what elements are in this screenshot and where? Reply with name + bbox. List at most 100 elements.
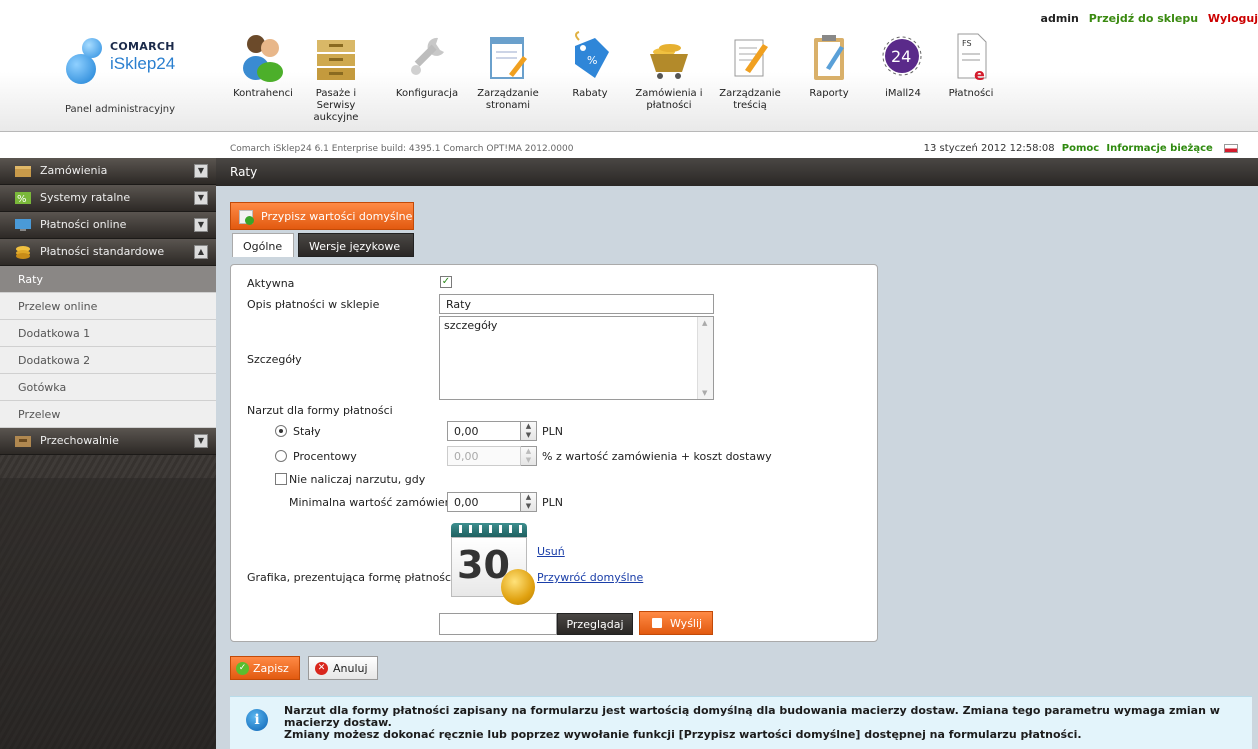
sidebar-item-dodatkowa-2[interactable]: Dodatkowa 2 bbox=[0, 347, 216, 374]
logo-comarch-text: COMARCH bbox=[110, 40, 175, 53]
nav-label: Rabaty bbox=[572, 88, 608, 99]
details-text: szczegóły bbox=[444, 319, 498, 332]
nav-reports[interactable]: Raporty bbox=[792, 30, 866, 100]
graphic-label: Grafika, prezentująca formę płatności bbox=[247, 571, 455, 584]
nav-label: Zarządzanie stronami bbox=[477, 88, 539, 111]
assign-defaults-button[interactable]: Przypisz wartości domyślne bbox=[230, 202, 414, 230]
go-to-shop-link[interactable]: Przejdź do sklepu bbox=[1089, 12, 1198, 25]
percent-suffix: % z wartość zamówienia + koszt dostawy bbox=[542, 450, 772, 463]
help-link[interactable]: Pomoc bbox=[1062, 143, 1099, 154]
fixed-value-input[interactable] bbox=[447, 421, 521, 441]
percent-value-input[interactable] bbox=[447, 446, 521, 466]
no-surcharge-checkbox[interactable] bbox=[275, 473, 287, 485]
sidebar-group-standard-payments[interactable]: Płatności standardowe ▲ bbox=[0, 239, 216, 266]
file-path-input[interactable] bbox=[439, 613, 557, 635]
info-line-1: Narzut dla formy płatności zapisany na f… bbox=[284, 704, 1220, 729]
sidebar-group-storage[interactable]: Przechowalnie ▼ bbox=[0, 428, 216, 455]
datetime: 13 styczeń 2012 12:58:08 bbox=[923, 143, 1055, 154]
people-icon bbox=[240, 30, 286, 82]
nav-payments[interactable]: FS e Płatności bbox=[934, 30, 1008, 100]
cancel-button[interactable]: ✕ Anuluj bbox=[308, 656, 378, 680]
imall24-icon: 24 bbox=[880, 30, 926, 82]
svg-text:e: e bbox=[974, 65, 985, 82]
fixed-spinner[interactable]: ▲ ▼ bbox=[521, 421, 537, 441]
percent-radio[interactable] bbox=[275, 450, 287, 462]
expand-icon[interactable]: ▼ bbox=[194, 434, 208, 448]
fs-e-icon: FS e bbox=[948, 30, 994, 84]
percent-icon: % bbox=[14, 191, 32, 205]
sidebar-item-raty[interactable]: Raty bbox=[0, 266, 216, 293]
sidebar-item-przelew-online[interactable]: Przelew online bbox=[0, 293, 216, 320]
nav-label: Zamówienia i płatności bbox=[635, 88, 703, 111]
active-checkbox[interactable]: ✓ bbox=[440, 276, 452, 288]
logout-link[interactable]: Wyloguj bbox=[1208, 12, 1258, 25]
page-edit-icon bbox=[485, 30, 531, 82]
save-button[interactable]: ✓ Zapisz bbox=[230, 656, 300, 680]
percent-spinner[interactable]: ▲ ▼ bbox=[521, 446, 537, 466]
nav-imall24[interactable]: 24 iMall24 bbox=[866, 30, 940, 100]
sidebar-item-gotowka[interactable]: Gotówka bbox=[0, 374, 216, 401]
restore-default-link[interactable]: Przywróć domyślne bbox=[537, 571, 643, 584]
document-check-icon bbox=[239, 210, 254, 225]
sidebar-group-label: Płatności online bbox=[40, 218, 127, 231]
close-icon: ✕ bbox=[315, 662, 328, 675]
sidebar-group-orders[interactable]: Zamówienia ▼ bbox=[0, 158, 216, 185]
info-line-2: Zmiany możesz dokonać ręcznie lub poprze… bbox=[284, 728, 1082, 741]
sidebar-background bbox=[0, 478, 216, 749]
min-order-label: Minimalna wartość zamówienia bbox=[289, 496, 462, 509]
nav-label: Kontrahenci bbox=[233, 88, 293, 99]
logo-isklep-text: iSklep24 bbox=[110, 54, 176, 73]
fs-badge: FS bbox=[962, 39, 972, 48]
calendar-coins-icon: 30 bbox=[447, 523, 535, 605]
nav-contractors[interactable]: Kontrahenci bbox=[226, 30, 300, 100]
min-order-spinner[interactable]: ▲ ▼ bbox=[521, 492, 537, 512]
storage-icon bbox=[14, 434, 32, 448]
box-icon bbox=[14, 164, 32, 178]
sidebar-group-label: Systemy ratalne bbox=[40, 191, 131, 204]
upload-icon bbox=[652, 618, 662, 628]
expand-icon[interactable]: ▼ bbox=[194, 218, 208, 232]
tab-general[interactable]: Ogólne bbox=[232, 233, 294, 257]
nav-label: Zarządzanie treścią bbox=[719, 88, 781, 111]
nav-pages[interactable]: Zarządzanie stronami bbox=[471, 30, 545, 112]
clipboard-icon bbox=[806, 30, 852, 82]
cart-icon bbox=[646, 30, 692, 82]
details-textarea[interactable]: szczegóły bbox=[439, 316, 714, 400]
browse-button[interactable]: Przeglądaj bbox=[557, 613, 633, 635]
nav-discounts[interactable]: % Rabaty bbox=[553, 30, 627, 100]
collapse-icon[interactable]: ▲ bbox=[194, 245, 208, 259]
fixed-radio[interactable] bbox=[275, 425, 287, 437]
page-title: Raty bbox=[216, 158, 1258, 186]
send-button[interactable]: Wyślij bbox=[639, 611, 713, 635]
save-label: Zapisz bbox=[253, 662, 289, 675]
nav-orders[interactable]: Zamówienia i płatności bbox=[632, 30, 706, 112]
min-order-input[interactable] bbox=[447, 492, 521, 512]
nav-content[interactable]: Zarządzanie treścią bbox=[713, 30, 787, 112]
info-icon: i bbox=[246, 709, 268, 731]
sidebar-item-przelew[interactable]: Przelew bbox=[0, 401, 216, 428]
payment-form: Aktywna ✓ Opis płatności w sklepie szcze… bbox=[230, 264, 878, 642]
sidebar-group-installments[interactable]: % Systemy ratalne ▼ bbox=[0, 185, 216, 212]
wrench-icon bbox=[404, 30, 450, 82]
check-icon: ✓ bbox=[236, 662, 249, 675]
percent-label: Procentowy bbox=[293, 450, 357, 463]
news-link[interactable]: Informacje bieżące bbox=[1106, 143, 1212, 154]
description-input[interactable] bbox=[439, 294, 714, 314]
scrollbar[interactable] bbox=[697, 317, 713, 399]
expand-icon[interactable]: ▼ bbox=[194, 164, 208, 178]
sidebar-item-dodatkowa-1[interactable]: Dodatkowa 1 bbox=[0, 320, 216, 347]
assign-defaults-label: Przypisz wartości domyślne bbox=[261, 210, 413, 223]
build-bar: Comarch iSklep24 6.1 Enterprise build: 4… bbox=[0, 140, 1258, 158]
comarch-logo[interactable]: COMARCH iSklep24 bbox=[64, 34, 194, 84]
nav-auctions[interactable]: Pasaże i Serwisy aukcyjne bbox=[299, 30, 373, 124]
sidebar-group-online-payments[interactable]: Płatności online ▼ bbox=[0, 212, 216, 239]
language-flag-icon[interactable] bbox=[1224, 143, 1238, 153]
send-label: Wyślij bbox=[670, 617, 703, 630]
expand-icon[interactable]: ▼ bbox=[194, 191, 208, 205]
tab-language-versions[interactable]: Wersje językowe bbox=[298, 233, 414, 257]
monitor-icon bbox=[14, 218, 32, 232]
top-header: admin Przejdź do sklepu Wyloguj COMARCH … bbox=[0, 0, 1258, 132]
remove-link[interactable]: Usuń bbox=[537, 545, 565, 558]
nav-configuration[interactable]: Konfiguracja bbox=[390, 30, 464, 100]
details-label: Szczegóły bbox=[247, 353, 302, 366]
